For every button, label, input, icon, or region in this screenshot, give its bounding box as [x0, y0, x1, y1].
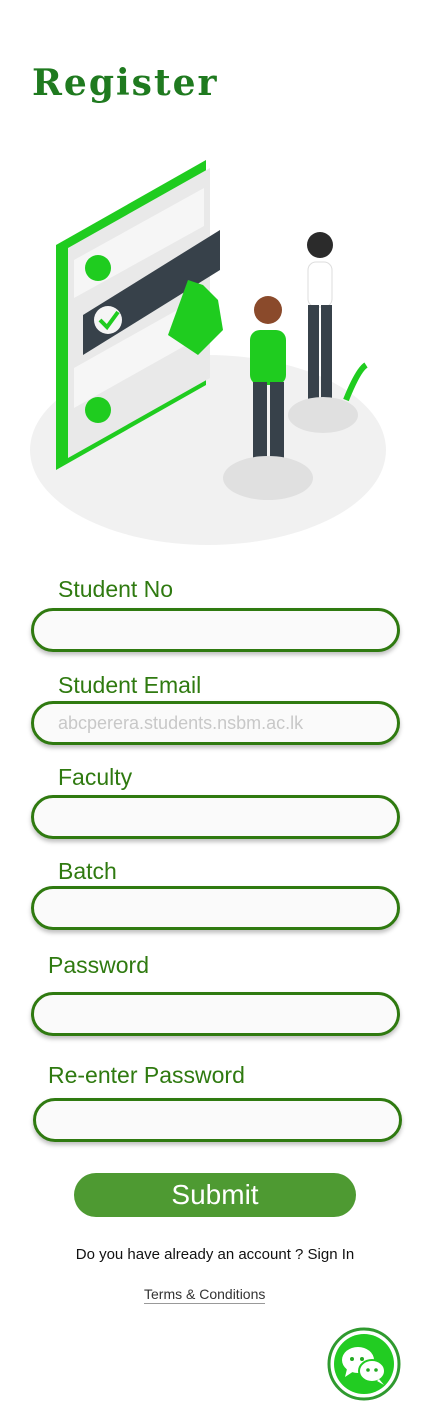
terms-link[interactable]: Terms & Conditions: [144, 1286, 266, 1304]
student-no-field[interactable]: [31, 608, 400, 652]
password-label: Password: [48, 952, 149, 978]
faculty-label: Faculty: [58, 764, 133, 790]
student-email-label: Student Email: [58, 672, 202, 698]
student-email-field[interactable]: [31, 701, 400, 745]
signin-prompt[interactable]: Do you have already an account ? Sign In: [0, 1246, 430, 1263]
student-no-label: Student No: [58, 576, 174, 602]
registration-illustration: [30, 160, 386, 545]
batch-label: Batch: [58, 858, 117, 884]
chat-bubbles-icon[interactable]: [327, 1327, 401, 1401]
password-field[interactable]: [31, 992, 400, 1036]
reenter-password-input[interactable]: [58, 1108, 399, 1132]
reenter-password-field[interactable]: [33, 1098, 402, 1142]
faculty-input[interactable]: [56, 805, 397, 829]
student-email-input[interactable]: [56, 711, 397, 735]
student-no-input[interactable]: [56, 618, 397, 642]
password-input[interactable]: [56, 1002, 397, 1026]
submit-button[interactable]: Submit: [74, 1173, 356, 1217]
batch-input[interactable]: [56, 896, 397, 920]
page-title: Register: [32, 62, 219, 104]
batch-field[interactable]: [31, 886, 400, 930]
reenter-password-label: Re-enter Password: [48, 1062, 245, 1088]
faculty-field[interactable]: [31, 795, 400, 839]
